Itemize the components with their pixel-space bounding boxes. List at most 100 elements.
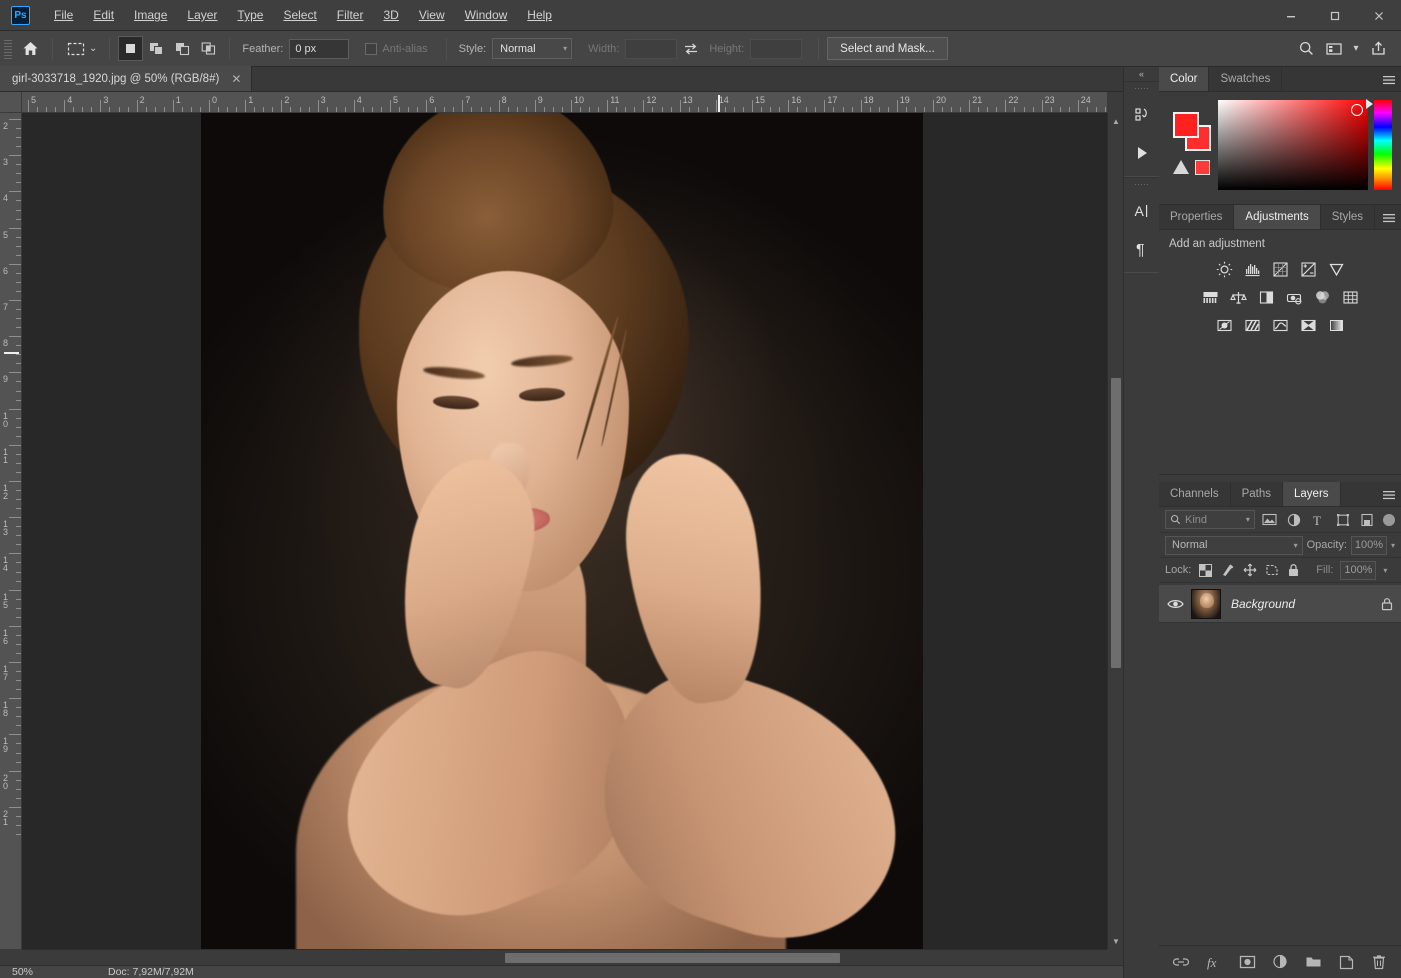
anti-alias-checkbox[interactable] (365, 43, 377, 55)
lock-artboard-nesting-button[interactable] (1264, 563, 1279, 578)
menu-view[interactable]: View (409, 4, 455, 26)
fill-chevron-icon[interactable]: ▾ (1383, 566, 1387, 575)
vertical-ruler[interactable]: 234567891 01 11 21 31 41 51 61 71 81 92 … (0, 113, 22, 949)
style-select[interactable]: Normal ▾ (492, 38, 572, 59)
opacity-input[interactable]: 100% (1351, 536, 1387, 555)
selective-color-button[interactable] (1299, 316, 1317, 334)
add-layer-mask-button[interactable] (1237, 952, 1257, 972)
vertical-scrollbar-thumb[interactable] (1111, 378, 1121, 668)
gamut-alternate-swatch[interactable] (1195, 160, 1210, 175)
ruler-corner[interactable] (0, 92, 22, 113)
filter-shape-button[interactable] (1332, 509, 1352, 530)
maximize-button[interactable] (1313, 0, 1357, 31)
horizontal-ruler[interactable]: 5432101234567891011121314151617181920212… (22, 92, 1107, 113)
layer-name[interactable]: Background (1231, 597, 1381, 611)
filter-enable-toggle[interactable] (1383, 514, 1395, 526)
share-button[interactable] (1365, 36, 1391, 62)
paragraph-panel-button[interactable]: ¶ (1124, 230, 1160, 268)
channel-mixer-button[interactable] (1313, 288, 1331, 306)
tab-color[interactable]: Color (1159, 67, 1209, 91)
lock-all-button[interactable] (1286, 563, 1301, 578)
tool-preset-picker[interactable]: ⌄ (61, 36, 101, 62)
width-input[interactable] (625, 39, 677, 59)
add-to-selection-button[interactable] (144, 36, 169, 61)
menu-edit[interactable]: Edit (83, 4, 124, 26)
menu-type[interactable]: Type (227, 4, 273, 26)
swap-dimensions-button[interactable] (677, 42, 705, 56)
tab-swatches[interactable]: Swatches (1209, 67, 1282, 91)
tab-layers[interactable]: Layers (1283, 482, 1341, 506)
new-group-button[interactable] (1303, 952, 1323, 972)
menu-filter[interactable]: Filter (327, 4, 374, 26)
tab-styles[interactable]: Styles (1321, 205, 1375, 229)
photo-filter-button[interactable] (1285, 288, 1303, 306)
tab-paths[interactable]: Paths (1231, 482, 1283, 506)
color-panel-menu-button[interactable] (1377, 67, 1401, 92)
gradient-map-button[interactable] (1327, 316, 1345, 334)
close-icon[interactable]: ✕ (229, 72, 243, 86)
history-panel-button[interactable] (1124, 96, 1160, 134)
tab-adjustments[interactable]: Adjustments (1234, 205, 1320, 229)
new-selection-button[interactable] (118, 36, 143, 61)
intersect-with-selection-button[interactable] (196, 36, 221, 61)
levels-button[interactable] (1243, 260, 1261, 278)
vibrance-button[interactable] (1327, 260, 1345, 278)
menu-help[interactable]: Help (517, 4, 562, 26)
threshold-button[interactable] (1271, 316, 1289, 334)
black-white-button[interactable] (1257, 288, 1275, 306)
color-field[interactable] (1218, 100, 1368, 190)
invert-button[interactable] (1215, 316, 1233, 334)
canvas-vertical-scrollbar[interactable]: ▲ ▼ (1107, 113, 1123, 949)
scroll-up-icon[interactable]: ▲ (1108, 113, 1124, 129)
new-adjustment-layer-button[interactable] (1270, 952, 1290, 972)
color-balance-button[interactable] (1229, 288, 1247, 306)
link-layers-button[interactable] (1171, 952, 1191, 972)
canvas-horizontal-scrollbar[interactable] (22, 949, 1107, 965)
menu-window[interactable]: Window (455, 4, 518, 26)
fill-input[interactable]: 100% (1340, 561, 1376, 580)
select-and-mask-button[interactable]: Select and Mask... (827, 37, 948, 60)
filter-pixel-button[interactable] (1259, 509, 1279, 530)
menu-select[interactable]: Select (273, 4, 326, 26)
layer-kind-select[interactable]: Kind ▾ (1165, 510, 1255, 529)
home-button[interactable] (16, 36, 44, 62)
blend-mode-select[interactable]: Normal ▾ (1165, 536, 1303, 555)
layer-style-button[interactable]: fx (1204, 952, 1224, 972)
opacity-chevron-icon[interactable]: ▾ (1391, 541, 1395, 550)
horizontal-scrollbar-thumb[interactable] (505, 953, 840, 963)
close-button[interactable] (1357, 0, 1401, 31)
exposure-button[interactable] (1299, 260, 1317, 278)
dock-group-grip[interactable] (1135, 84, 1149, 94)
lock-position-button[interactable] (1242, 563, 1257, 578)
layers-panel-menu-button[interactable] (1377, 482, 1401, 507)
options-bar-grip[interactable] (4, 38, 12, 60)
search-button[interactable] (1293, 36, 1319, 62)
menu-3d[interactable]: 3D (373, 4, 408, 26)
character-panel-button[interactable]: A (1124, 192, 1160, 230)
dock-group-grip-2[interactable] (1135, 180, 1149, 190)
height-input[interactable] (750, 39, 802, 59)
minimize-button[interactable] (1269, 0, 1313, 31)
layer-thumbnail[interactable] (1191, 589, 1221, 619)
curves-button[interactable] (1271, 260, 1289, 278)
posterize-button[interactable] (1243, 316, 1261, 334)
menu-layer[interactable]: Layer (177, 4, 227, 26)
lock-transparent-pixels-button[interactable] (1198, 563, 1213, 578)
layer-visibility-toggle[interactable] (1159, 598, 1191, 610)
scroll-down-icon[interactable]: ▼ (1108, 933, 1124, 949)
adjustments-panel-menu-button[interactable] (1377, 205, 1401, 230)
workspace-chevron-button[interactable]: ▾ (1349, 36, 1363, 62)
subtract-from-selection-button[interactable] (170, 36, 195, 61)
filter-type-button[interactable]: T (1308, 509, 1328, 530)
menu-image[interactable]: Image (124, 4, 177, 26)
tab-channels[interactable]: Channels (1159, 482, 1231, 506)
workspace-switcher-button[interactable] (1321, 36, 1347, 62)
feather-input[interactable]: 0 px (289, 39, 349, 59)
layer-list[interactable]: Background (1159, 585, 1401, 945)
tab-properties[interactable]: Properties (1159, 205, 1234, 229)
canvas-area[interactable] (22, 113, 1107, 949)
filter-adjustment-button[interactable] (1283, 509, 1303, 530)
status-zoom-level[interactable]: 50% (0, 966, 68, 978)
actions-panel-button[interactable] (1124, 134, 1160, 172)
lock-image-pixels-button[interactable] (1220, 563, 1235, 578)
